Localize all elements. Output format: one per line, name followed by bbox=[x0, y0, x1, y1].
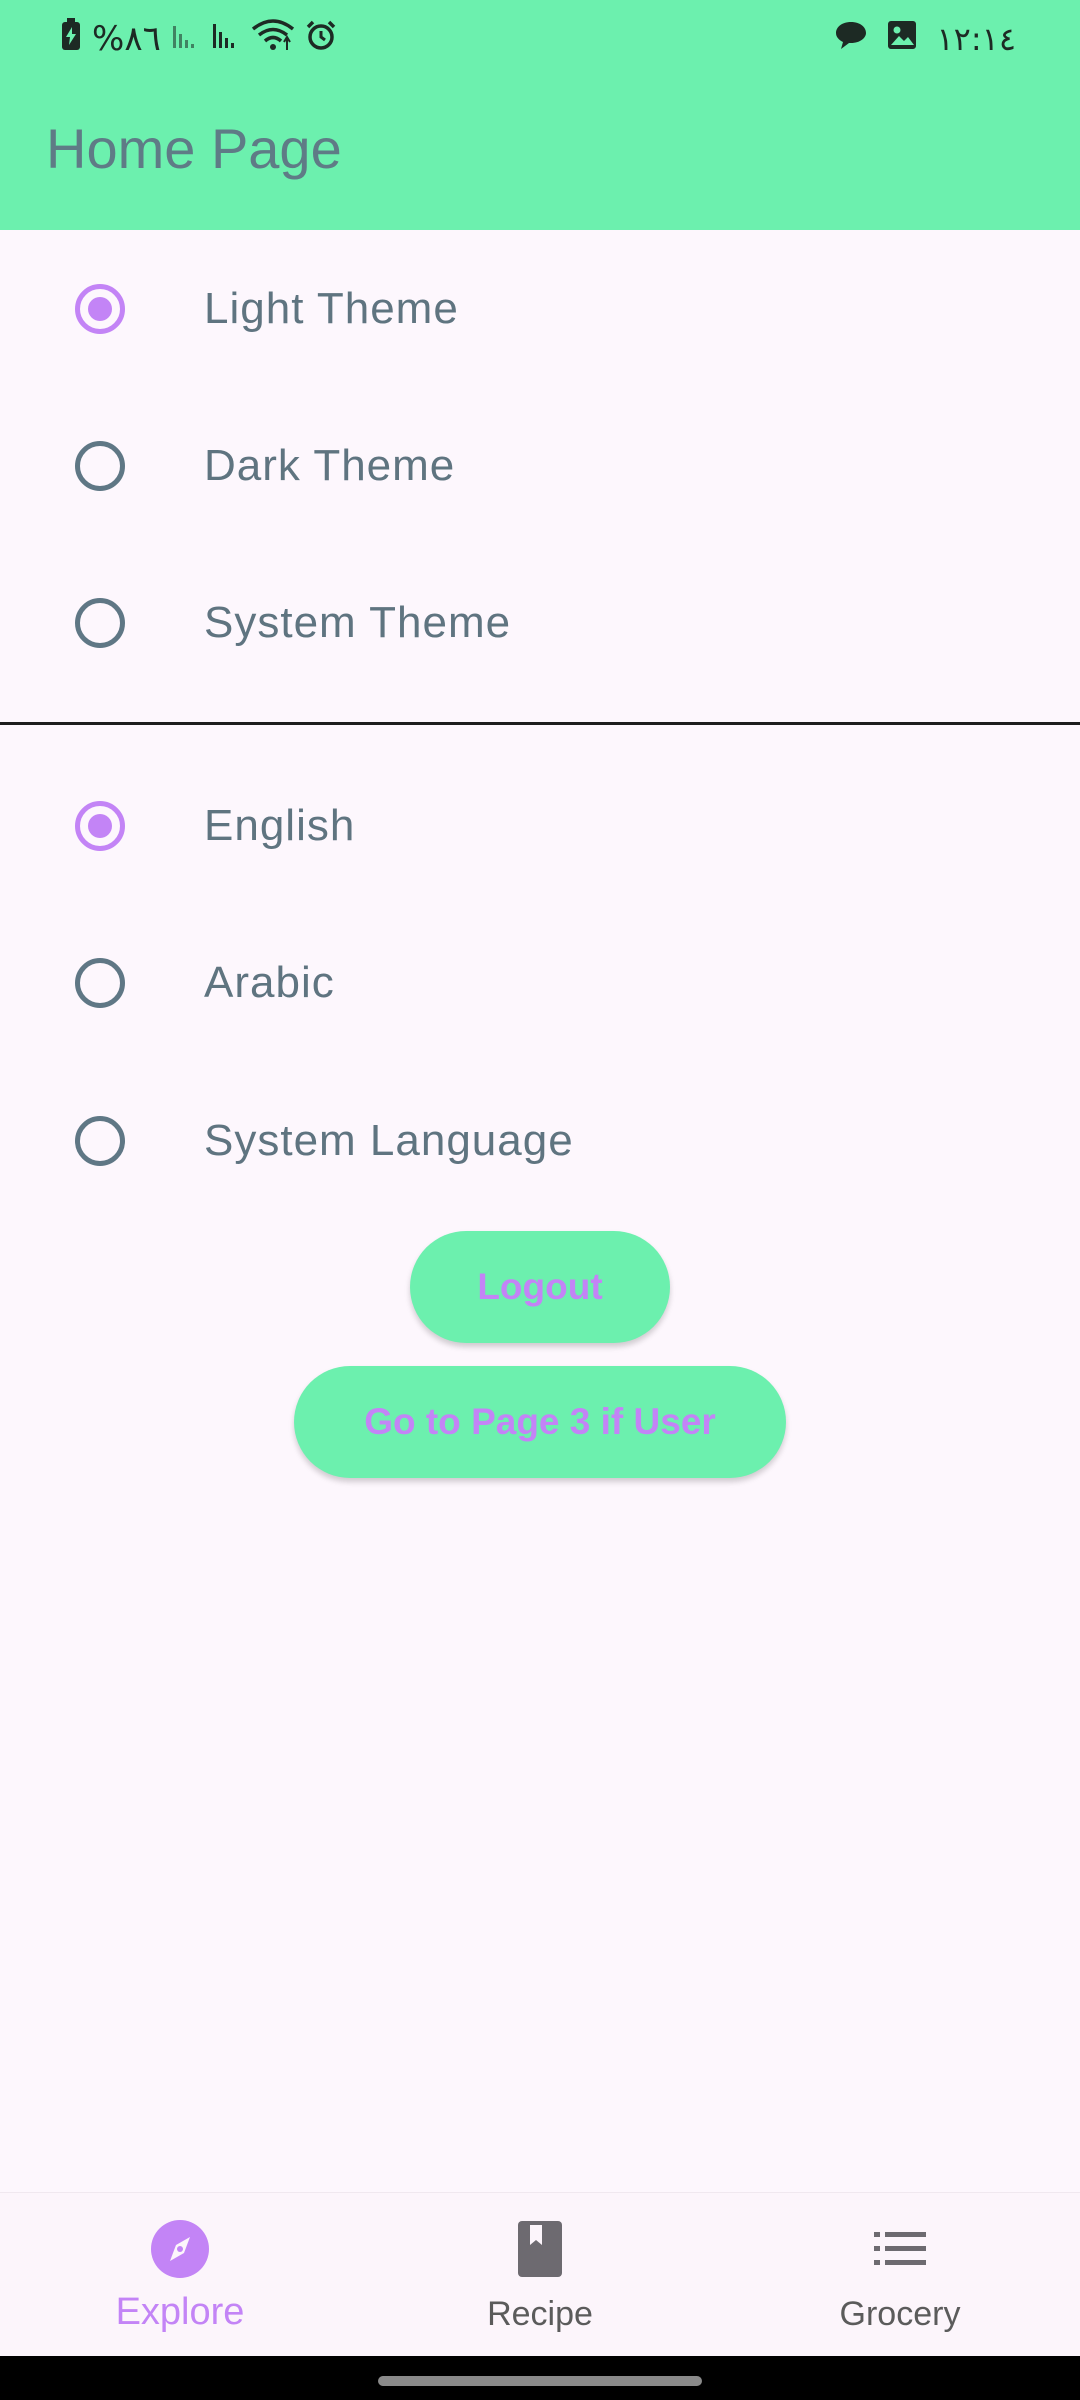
signal-icon bbox=[171, 19, 201, 59]
radio-unselected-icon[interactable] bbox=[75, 441, 125, 491]
status-left: %٨٦ bbox=[60, 17, 337, 61]
radio-unselected-icon[interactable] bbox=[75, 598, 125, 648]
nav-item-grocery[interactable]: Grocery bbox=[720, 2193, 1080, 2357]
battery-charging-icon bbox=[60, 17, 82, 61]
nav-label: Explore bbox=[115, 2291, 245, 2333]
radio-label: System Language bbox=[204, 1116, 574, 1165]
radio-selected-icon[interactable] bbox=[75, 801, 125, 851]
battery-percent: %٨٦ bbox=[92, 19, 161, 59]
status-bar: %٨٦ ١٢:١٤ bbox=[0, 0, 1080, 78]
radio-label: Arabic bbox=[204, 958, 335, 1007]
nav-label: Recipe bbox=[487, 2295, 593, 2333]
nav-item-explore[interactable]: Explore bbox=[0, 2193, 360, 2357]
go-to-page-3-button[interactable]: Go to Page 3 if User bbox=[294, 1366, 786, 1478]
radio-dark-theme[interactable]: Dark Theme bbox=[0, 396, 1080, 536]
list-icon bbox=[870, 2219, 930, 2279]
radio-unselected-icon[interactable] bbox=[75, 1116, 125, 1166]
chat-icon bbox=[834, 19, 868, 59]
radio-unselected-icon[interactable] bbox=[75, 958, 125, 1008]
app-bar: Home Page bbox=[0, 78, 1080, 230]
signal-icon bbox=[211, 19, 241, 59]
radio-english[interactable]: English bbox=[0, 756, 1080, 896]
radio-label: System Theme bbox=[204, 598, 512, 647]
status-right: ١٢:١٤ bbox=[834, 18, 1016, 60]
wifi-icon bbox=[251, 18, 295, 61]
radio-system-theme[interactable]: System Theme bbox=[0, 553, 1080, 693]
home-gesture-handle[interactable] bbox=[378, 2376, 702, 2386]
radio-label: Light Theme bbox=[204, 284, 459, 333]
radio-label: Dark Theme bbox=[204, 441, 456, 490]
nav-label: Grocery bbox=[839, 2295, 961, 2333]
gesture-navigation-bar bbox=[0, 2356, 1080, 2400]
nav-item-recipe[interactable]: Recipe bbox=[360, 2193, 720, 2357]
radio-arabic[interactable]: Arabic bbox=[0, 913, 1080, 1053]
radio-light-theme[interactable]: Light Theme bbox=[0, 239, 1080, 379]
page-title: Home Page bbox=[46, 117, 342, 180]
radio-selected-icon[interactable] bbox=[75, 284, 125, 334]
image-icon bbox=[886, 19, 918, 59]
bottom-navigation: Explore Recipe Grocery bbox=[0, 2192, 1080, 2357]
logout-button[interactable]: Logout bbox=[410, 1231, 670, 1343]
radio-system-language[interactable]: System Language bbox=[0, 1071, 1080, 1211]
radio-label: English bbox=[204, 801, 356, 850]
clock: ١٢:١٤ bbox=[936, 20, 1016, 58]
divider bbox=[0, 722, 1080, 725]
alarm-icon bbox=[305, 19, 337, 60]
compass-icon bbox=[150, 2219, 210, 2279]
book-icon bbox=[510, 2219, 570, 2279]
